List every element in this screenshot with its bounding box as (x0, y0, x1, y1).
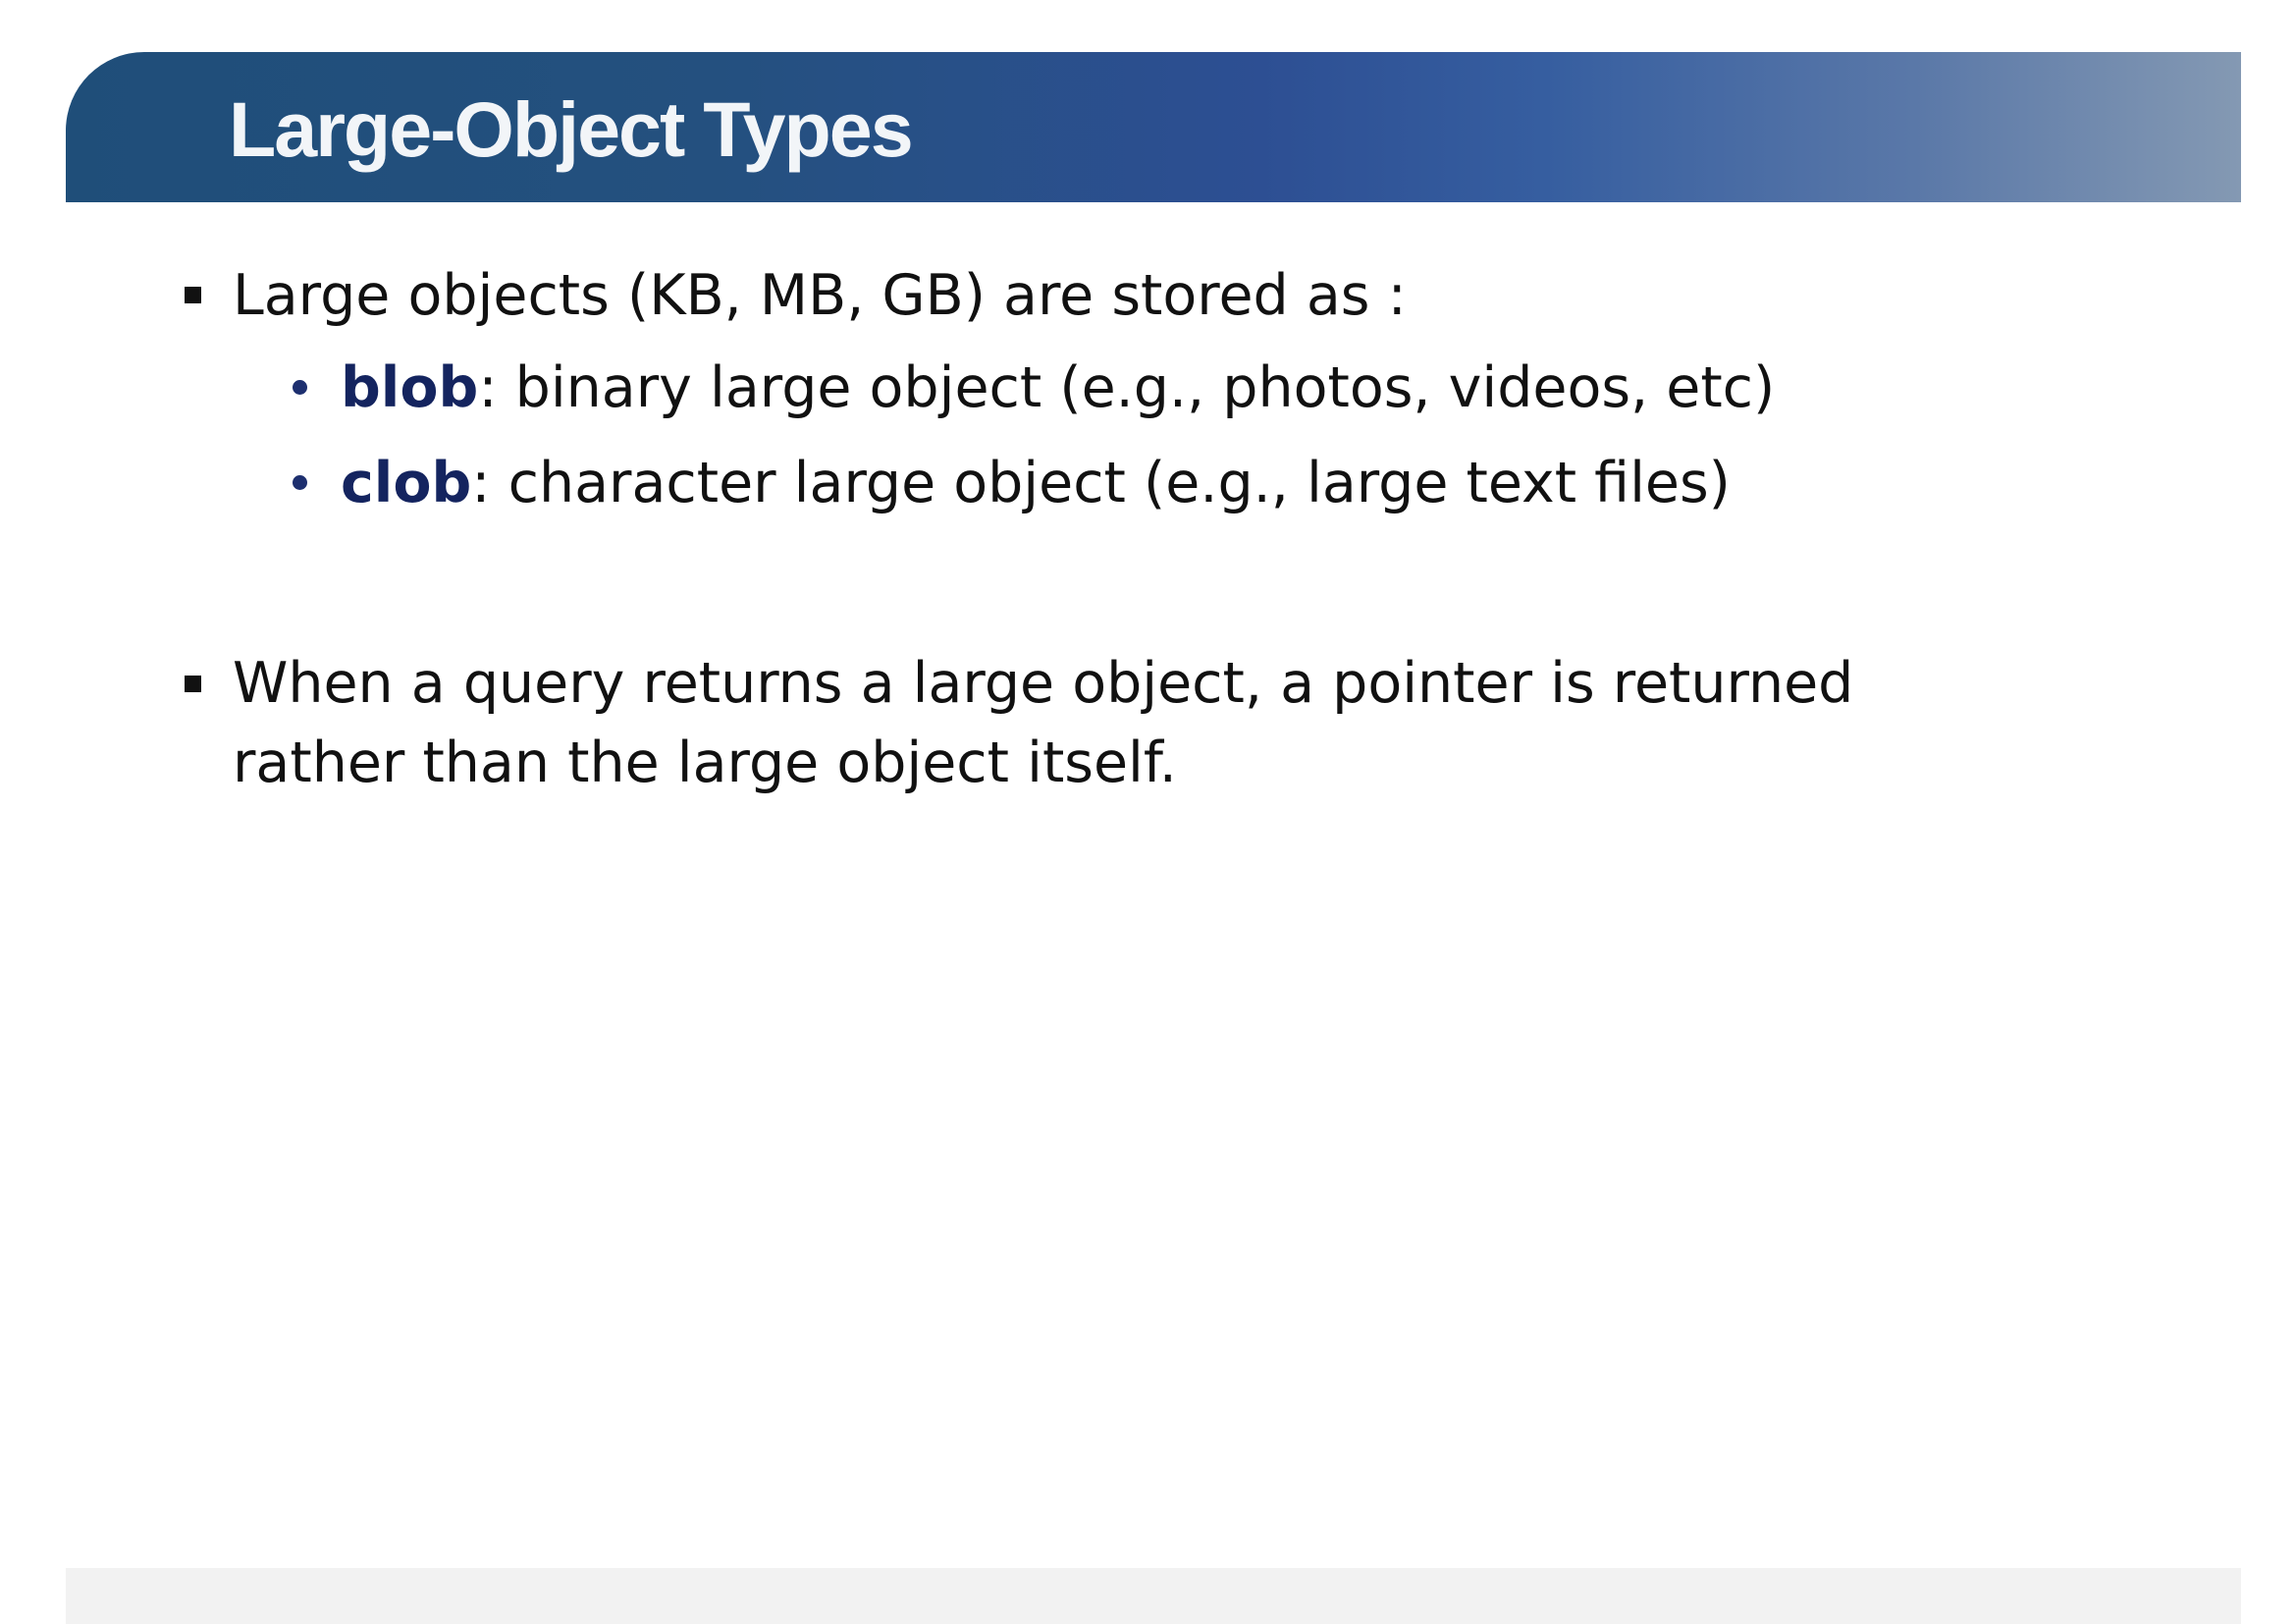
bullet-2-line-1: When a query returns a large object, a p… (233, 651, 1854, 716)
bullet-2-line-2: rather than the large object itself. (233, 731, 1177, 795)
footer-bar (66, 1568, 2241, 1624)
slide: Large-Object Types Large objects (KB, MB… (0, 0, 2296, 1624)
sub-bullet-clob: clob: character large object (e.g., larg… (341, 456, 1731, 512)
slide-title: Large-Object Types (229, 85, 914, 173)
term-blob: blob (341, 355, 479, 420)
round-bullet-icon (293, 380, 307, 395)
sub-bullet-blob: blob: binary large object (e.g., photos,… (341, 360, 1775, 416)
sub-bullet-blob-text: : binary large object (e.g., photos, vid… (478, 355, 1776, 420)
bullet-1-text: Large objects (KB, MB, GB) are stored as… (233, 263, 1407, 328)
round-bullet-icon (293, 475, 307, 490)
sub-bullet-clob-text: : character large object (e.g., large te… (471, 451, 1731, 515)
square-bullet-icon (185, 676, 201, 692)
square-bullet-icon (185, 287, 201, 303)
term-clob: clob (341, 451, 472, 515)
